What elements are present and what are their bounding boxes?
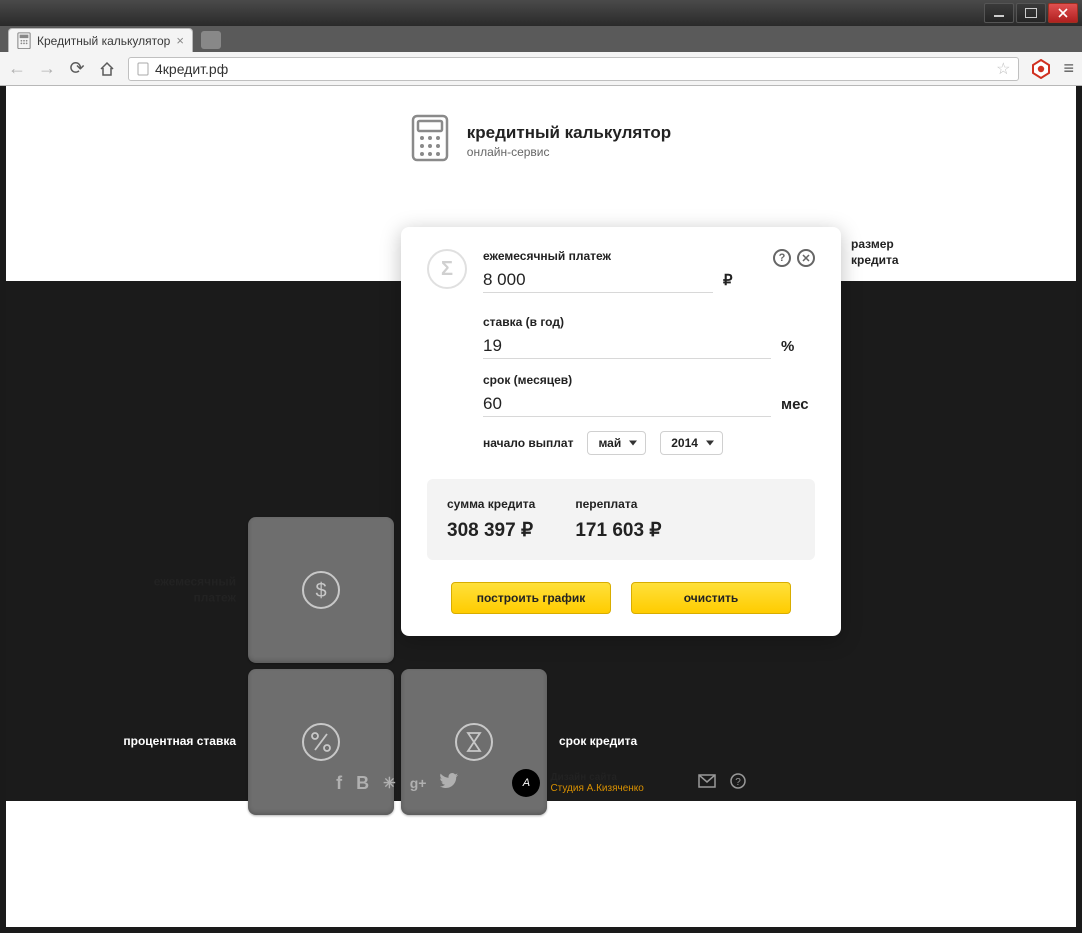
- url-text: 4кредит.рф: [155, 61, 228, 77]
- clear-button[interactable]: очистить: [631, 582, 791, 614]
- bookmark-star-icon[interactable]: ☆: [996, 59, 1010, 79]
- design-studio: Студия А.Кизяченко: [550, 783, 643, 794]
- overpay-label: переплата: [575, 497, 661, 511]
- address-bar[interactable]: 4кредит.рф ☆: [128, 57, 1019, 81]
- studio-logo-icon: A: [512, 769, 540, 797]
- credit-sum-label: сумма кредита: [447, 497, 535, 511]
- close-icon[interactable]: ✕: [797, 249, 815, 267]
- monthly-payment-tile-label: ежемесячный платеж: [116, 574, 236, 605]
- results-box: сумма кредита 308 397 ₽ переплата 171 60…: [427, 479, 815, 560]
- calculator-icon: [17, 34, 31, 48]
- svg-text:?: ?: [735, 777, 741, 788]
- overpay-value: 171 603 ₽: [575, 519, 661, 542]
- facebook-icon[interactable]: f: [336, 773, 342, 794]
- adblock-icon[interactable]: [1031, 59, 1051, 79]
- rate-input[interactable]: [483, 333, 771, 359]
- window-maximize-button[interactable]: [1016, 3, 1046, 23]
- term-tile-label: срок кредита: [559, 734, 679, 750]
- percent-unit: %: [781, 338, 815, 355]
- calculator-icon: [411, 114, 449, 167]
- gplus-icon[interactable]: g+: [410, 775, 427, 791]
- rate-tile-label: процентная ставка: [116, 734, 236, 750]
- month-unit: мес: [781, 396, 815, 413]
- term-input[interactable]: [483, 391, 771, 417]
- nav-reload-button[interactable]: ⟳: [68, 58, 86, 79]
- svg-text:$: $: [315, 580, 326, 602]
- browser-toolbar: ← → ⟳ 4кредит.рф ☆ ≡: [0, 52, 1082, 86]
- percent-icon: [299, 720, 343, 764]
- new-tab-button[interactable]: [201, 31, 221, 49]
- rate-label: ставка (в год): [483, 315, 815, 329]
- term-label: срок (месяцев): [483, 373, 815, 387]
- hourglass-icon: [452, 720, 496, 764]
- credit-sum-value: 308 397 ₽: [447, 519, 535, 542]
- browser-tab[interactable]: Кредитный калькулятор ×: [8, 28, 193, 52]
- help-footer-icon[interactable]: ?: [730, 773, 746, 794]
- close-tab-icon[interactable]: ×: [176, 33, 184, 48]
- vk-icon[interactable]: B: [356, 773, 369, 794]
- window-titlebar: [0, 0, 1082, 26]
- browser-menu-button[interactable]: ≡: [1063, 58, 1074, 79]
- start-year-select[interactable]: 2014: [660, 431, 723, 455]
- start-month-select[interactable]: май: [587, 431, 646, 455]
- build-chart-button[interactable]: построить график: [451, 582, 611, 614]
- browser-tab-strip: Кредитный калькулятор ×: [0, 26, 1082, 52]
- nav-forward-button[interactable]: →: [38, 58, 56, 79]
- ok-icon[interactable]: ✳: [383, 774, 396, 792]
- page-footer: f B ✳ g+ A Дизайн сайта Студия А.Кизячен…: [6, 769, 1076, 797]
- mail-icon[interactable]: [698, 774, 716, 793]
- twitter-icon[interactable]: [440, 773, 458, 794]
- design-credit[interactable]: A Дизайн сайта Студия А.Кизяченко: [512, 769, 643, 797]
- monthly-payment-tile[interactable]: ежемесячный платеж $: [248, 517, 394, 663]
- sigma-icon: Σ: [427, 249, 467, 289]
- start-date-label: начало выплат: [483, 436, 573, 450]
- window-minimize-button[interactable]: [984, 3, 1014, 23]
- nav-home-button[interactable]: [98, 61, 116, 77]
- ruble-unit: ₽: [723, 271, 757, 289]
- help-icon[interactable]: ?: [773, 249, 791, 267]
- monthly-payment-label: ежемесячный платеж: [483, 249, 757, 263]
- page-subtitle: онлайн-сервис: [467, 145, 671, 159]
- nav-back-button[interactable]: ←: [8, 58, 26, 79]
- calculator-panel: Σ ежемесячный платеж ₽ ?: [401, 227, 841, 636]
- page-header: кредитный калькулятор онлайн-сервис: [6, 86, 1076, 187]
- page-title: кредитный калькулятор: [467, 123, 671, 143]
- dollar-icon: $: [299, 568, 343, 612]
- credit-size-tile-label: размер кредита: [851, 237, 931, 268]
- window-close-button[interactable]: [1048, 3, 1078, 23]
- design-label: Дизайн сайта: [550, 772, 643, 783]
- monthly-payment-input[interactable]: [483, 267, 713, 293]
- tab-title: Кредитный калькулятор: [37, 34, 170, 48]
